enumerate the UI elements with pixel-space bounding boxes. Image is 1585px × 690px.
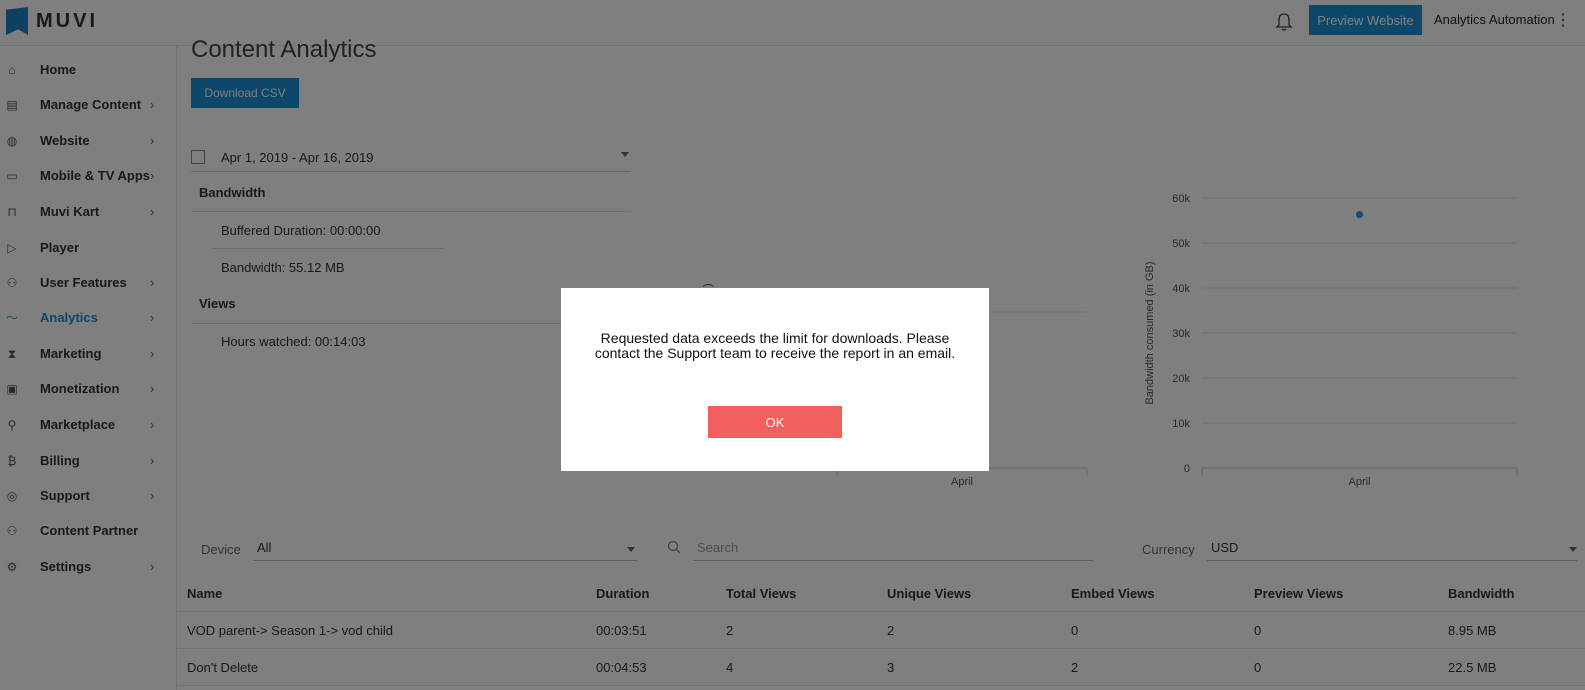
modal-backdrop[interactable]: Requested data exceeds the limit for dow… <box>0 0 1585 690</box>
ok-button[interactable]: OK <box>708 406 842 438</box>
alert-dialog: Requested data exceeds the limit for dow… <box>561 288 989 471</box>
dialog-message: Requested data exceeds the limit for dow… <box>594 330 956 361</box>
